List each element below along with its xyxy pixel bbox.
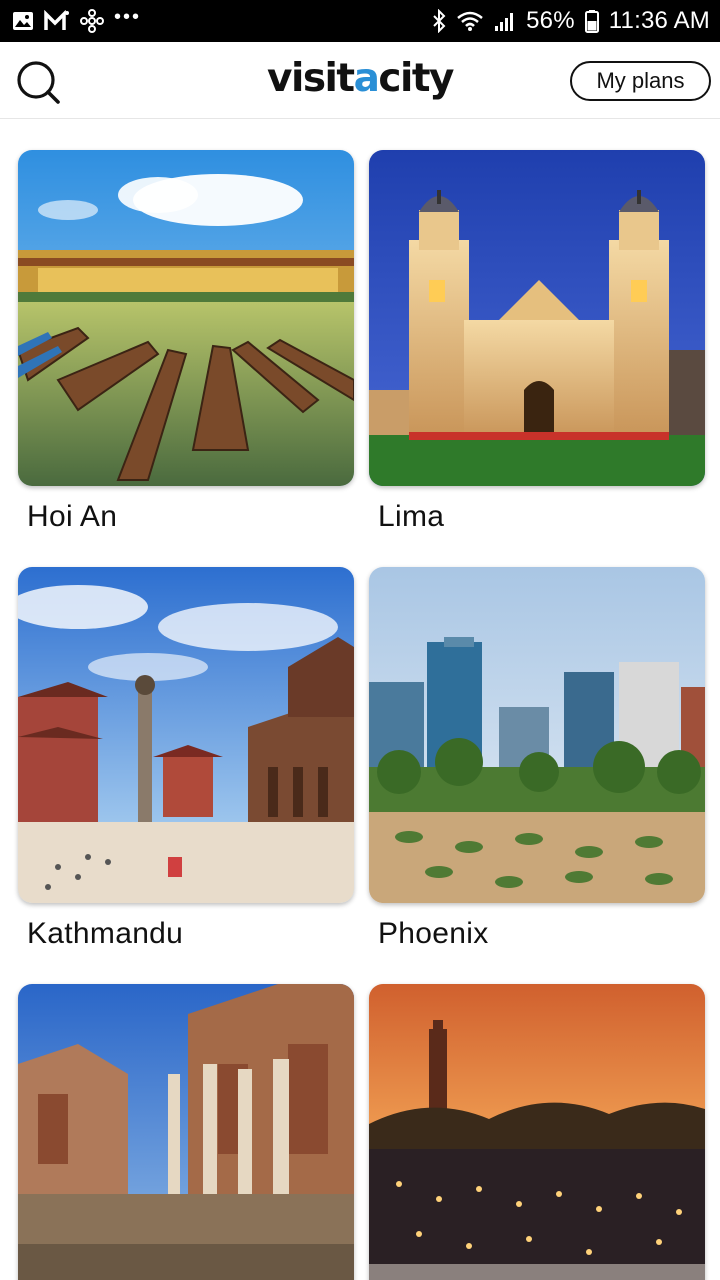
signal-icon (494, 9, 516, 33)
city-image-ruins[interactable] (18, 984, 354, 1280)
city-image-phoenix[interactable] (369, 567, 705, 903)
city-image-kathmandu[interactable] (18, 567, 354, 903)
my-plans-button[interactable]: My plans (570, 61, 711, 101)
logo-text-accent: a (353, 56, 380, 101)
gallery-icon (12, 9, 34, 33)
city-name: Lima (378, 500, 445, 533)
city-card-phoenix[interactable]: Phoenix (369, 567, 705, 951)
battery-percent: 56% (526, 7, 575, 34)
city-name: Phoenix (378, 917, 489, 950)
logo-text-prefix: visit (267, 56, 355, 101)
city-name: Hoi An (27, 500, 118, 533)
bluetooth-icon (432, 9, 446, 33)
wifi-icon (456, 9, 484, 33)
battery-icon (584, 9, 599, 33)
status-bar: ••• 56% 11:36 AM (0, 0, 720, 42)
city-image-hoi-an[interactable] (18, 150, 354, 486)
pinwheel-icon (80, 9, 104, 33)
clock: 11:36 AM (608, 7, 710, 34)
city-card-ruins[interactable] (18, 984, 354, 1280)
city-grid: Hoi An Lima Kathmandu Phoenix (0, 119, 720, 1280)
status-left: ••• (12, 6, 142, 33)
app-header: visitacity My plans (0, 42, 720, 119)
city-card-kathmandu[interactable]: Kathmandu (18, 567, 354, 951)
gmail-icon (44, 9, 70, 33)
city-image-sunset-market[interactable] (369, 984, 705, 1280)
city-card-sunset-market[interactable] (369, 984, 705, 1280)
more-notifications-dots: ••• (114, 6, 142, 28)
city-card-hoi-an[interactable]: Hoi An (18, 150, 354, 534)
logo-text-suffix: city (378, 56, 454, 101)
status-right: 56% 11:36 AM (432, 7, 710, 35)
city-name: Kathmandu (27, 917, 184, 950)
city-image-lima[interactable] (369, 150, 705, 486)
city-card-lima[interactable]: Lima (369, 150, 705, 534)
